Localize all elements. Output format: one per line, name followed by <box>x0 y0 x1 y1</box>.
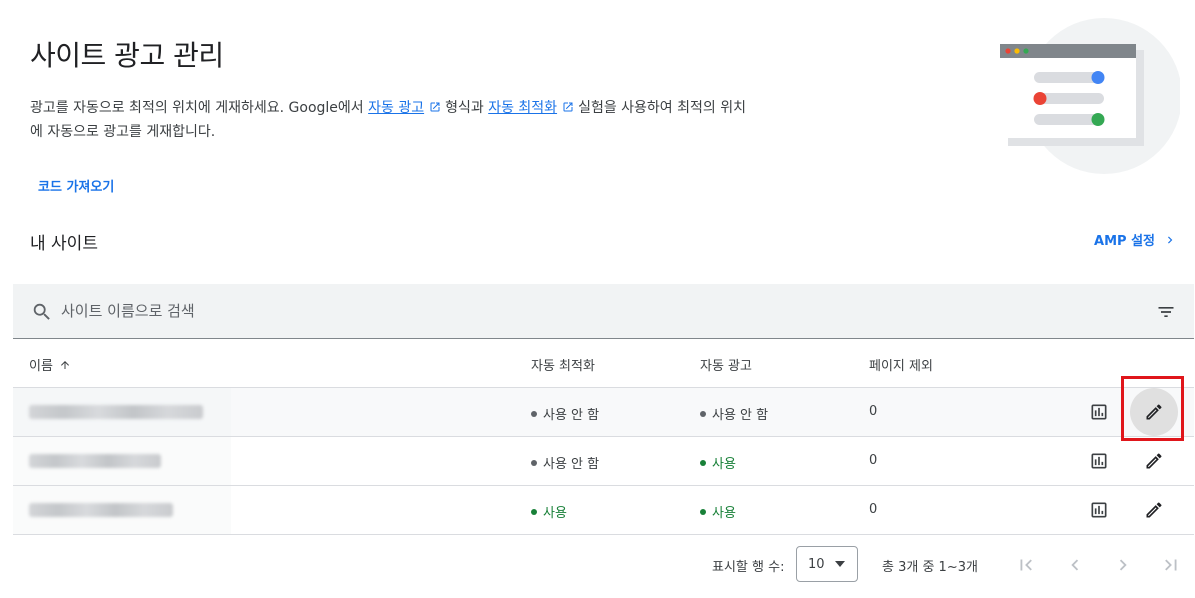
description-text-2: 형식과 <box>445 100 489 116</box>
status-dot <box>531 508 537 515</box>
next-page-icon[interactable] <box>1112 554 1134 576</box>
report-icon[interactable] <box>1089 500 1109 520</box>
pagination: 표시할 행 수: 10 총 3개 중 1~3개 <box>0 545 1195 585</box>
browser-illustration <box>1000 18 1180 174</box>
status-dot <box>700 459 706 466</box>
amp-settings-label: AMP 설정 <box>1094 234 1155 249</box>
status-dot <box>700 508 706 515</box>
last-page-icon[interactable] <box>1160 554 1182 576</box>
dropdown-arrow-icon <box>834 561 845 567</box>
filter-icon[interactable] <box>1156 302 1176 322</box>
status-dot <box>700 410 706 417</box>
search-input[interactable] <box>61 298 761 324</box>
auto-ads-status: 사용 <box>700 502 736 521</box>
first-page-icon[interactable] <box>1015 554 1037 576</box>
chevron-right-icon <box>1168 236 1173 243</box>
auto-optimize-status: 사용 안 함 <box>531 453 599 472</box>
edit-button[interactable] <box>1130 388 1178 436</box>
table-header: 이름 자동 최적화 자동 광고 페이지 제외 <box>13 340 1194 388</box>
sort-arrow-up-icon <box>60 360 69 369</box>
rows-per-page-value: 10 <box>808 556 825 572</box>
table-row[interactable]: 사용 안 함 사용 안 함 0 <box>13 388 1194 437</box>
column-header-name[interactable]: 이름 <box>29 355 71 374</box>
status-label: 사용 <box>712 457 736 472</box>
status-dot <box>531 410 537 417</box>
search-icon <box>33 303 50 320</box>
status-label: 사용 안 함 <box>543 457 600 472</box>
site-name-redacted[interactable] <box>29 405 203 419</box>
report-icon[interactable] <box>1089 451 1109 471</box>
amp-settings-link[interactable]: AMP 설정 <box>1094 230 1177 249</box>
status-dot <box>531 459 537 466</box>
auto-ads-status: 사용 <box>700 453 736 472</box>
site-name-redacted[interactable] <box>29 454 161 468</box>
status-label: 사용 <box>712 506 736 521</box>
column-header-auto-optimize: 자동 최적화 <box>531 359 595 374</box>
status-label: 사용 안 함 <box>712 408 769 423</box>
edit-pencil-icon <box>1146 502 1162 518</box>
edit-button[interactable] <box>1130 442 1178 480</box>
column-header-page-exclusions: 페이지 제외 <box>869 359 933 374</box>
column-name-label: 이름 <box>29 359 53 374</box>
rows-per-page-select[interactable]: 10 <box>796 546 858 582</box>
page-exclusions-count: 0 <box>869 453 878 468</box>
edit-pencil-icon <box>1146 404 1162 420</box>
sites-table: 이름 자동 최적화 자동 광고 페이지 제외 사용 안 함 사용 안 함 0 사… <box>13 340 1194 535</box>
auto-ads-link[interactable]: 자동 광고 <box>368 100 424 116</box>
table-row[interactable]: 사용 안 함 사용 0 <box>13 437 1194 486</box>
page-exclusions-count: 0 <box>869 502 878 517</box>
get-code-button[interactable]: 코드 가져오기 <box>38 176 114 195</box>
external-link-icon <box>430 102 440 112</box>
my-sites-heading: 내 사이트 <box>30 234 98 254</box>
auto-optimize-status: 사용 <box>531 502 567 521</box>
description-text-1: 광고를 자동으로 최적의 위치에 게재하세요. Google에서 <box>30 100 369 116</box>
page-exclusions-count: 0 <box>869 404 878 419</box>
prev-page-icon[interactable] <box>1064 554 1086 576</box>
external-link-icon <box>563 102 573 112</box>
column-header-auto-ads: 자동 광고 <box>700 359 752 374</box>
search-bar <box>13 284 1194 339</box>
auto-ads-status: 사용 안 함 <box>700 404 768 423</box>
edit-pencil-icon <box>1146 453 1162 469</box>
rows-per-page-label: 표시할 행 수: <box>712 560 785 575</box>
site-name-redacted[interactable] <box>29 503 173 517</box>
page-range-label: 총 3개 중 1~3개 <box>882 560 978 575</box>
auto-optimize-link[interactable]: 자동 최적화 <box>488 100 557 116</box>
page-title: 사이트 광고 관리 <box>30 39 224 72</box>
status-label: 사용 <box>543 506 567 521</box>
auto-optimize-status: 사용 안 함 <box>531 404 599 423</box>
status-label: 사용 안 함 <box>543 408 600 423</box>
page-description: 광고를 자동으로 최적의 위치에 게재하세요. Google에서 자동 광고 형식… <box>30 96 750 144</box>
edit-button[interactable] <box>1130 491 1178 529</box>
table-row[interactable]: 사용 사용 0 <box>13 486 1194 535</box>
report-icon[interactable] <box>1089 402 1109 422</box>
